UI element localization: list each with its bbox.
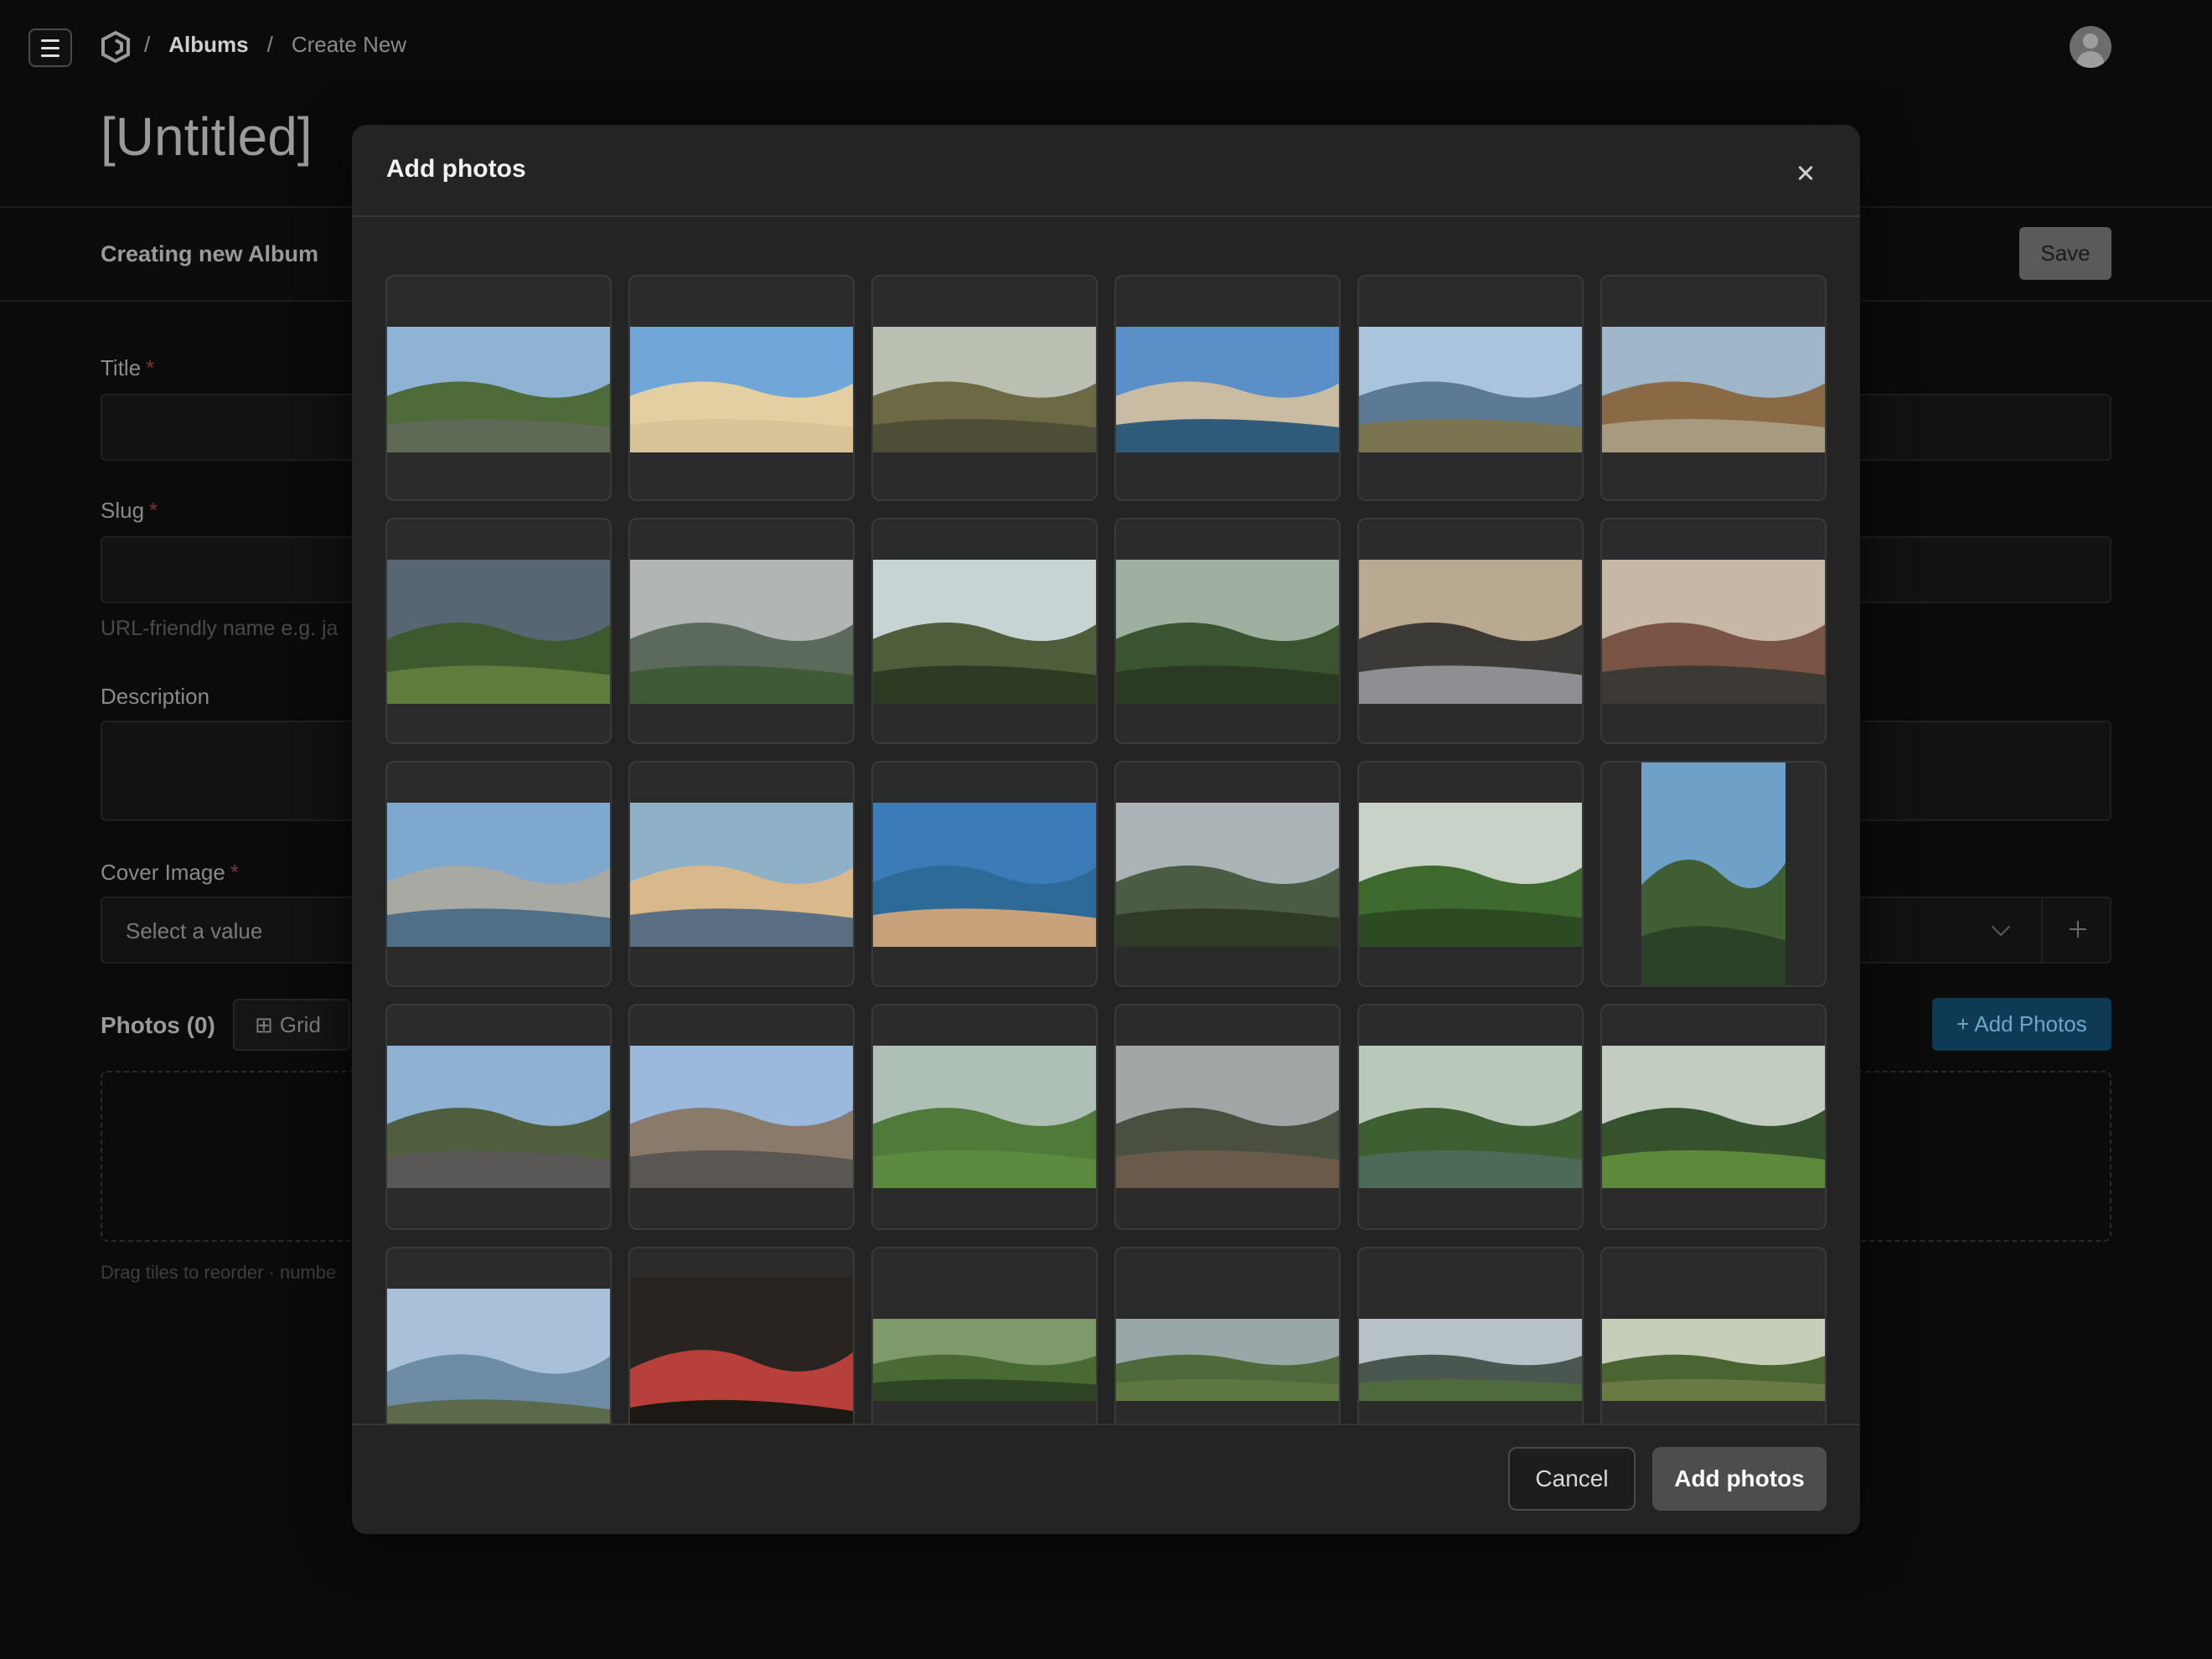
photo-thumbnail <box>630 803 853 947</box>
avatar[interactable] <box>2070 26 2111 68</box>
required-mark: * <box>146 355 155 380</box>
cover-image-placeholder: Select a value <box>126 918 263 943</box>
photo-thumbnail <box>1602 560 1825 704</box>
photo-tile[interactable] <box>1114 275 1341 501</box>
grid-label: Grid <box>279 1011 321 1037</box>
photo-tile[interactable] <box>1600 1004 1827 1230</box>
mode-label: Creating new Album <box>101 241 319 266</box>
modal-footer: Cancel Add photos <box>352 1424 1860 1534</box>
photo-thumbnail <box>1116 327 1339 452</box>
breadcrumb-separator: / <box>266 32 273 57</box>
photo-tile[interactable] <box>871 1004 1098 1230</box>
breadcrumb-current: Create New <box>291 32 407 57</box>
photo-thumbnail <box>873 1046 1096 1188</box>
photo-tile[interactable] <box>385 761 612 987</box>
photo-tile[interactable] <box>1600 761 1827 987</box>
photo-tile[interactable] <box>871 761 1098 987</box>
photo-thumbnail <box>1602 327 1825 452</box>
photo-tile[interactable] <box>1600 518 1827 744</box>
photo-tile[interactable] <box>385 518 612 744</box>
photo-thumbnail <box>387 803 610 947</box>
slug-label-text: Slug <box>101 498 145 523</box>
photo-tile[interactable] <box>1357 275 1584 501</box>
photo-thumbnail <box>387 1046 610 1188</box>
required-mark: * <box>230 860 239 885</box>
photo-thumbnail <box>387 327 610 452</box>
cover-image-label: Cover Image * <box>101 860 239 886</box>
photo-grid <box>352 219 1860 1534</box>
photo-thumbnail <box>630 560 853 704</box>
photo-thumbnail <box>873 803 1096 947</box>
photo-thumbnail <box>1116 803 1339 947</box>
photo-thumbnail <box>1116 560 1339 704</box>
cancel-button[interactable]: Cancel <box>1508 1447 1636 1511</box>
add-photos-confirm-button[interactable]: Add photos <box>1652 1447 1827 1511</box>
photo-thumbnail <box>1602 1046 1825 1188</box>
drag-hint: Drag tiles to reorder · numbe <box>101 1262 337 1283</box>
description-label: Description <box>101 684 210 709</box>
photo-tile[interactable] <box>871 275 1098 501</box>
photo-thumbnail <box>873 560 1096 704</box>
photo-thumbnail <box>1116 1319 1339 1401</box>
photo-tile[interactable] <box>1114 518 1341 744</box>
app-logo-icon[interactable] <box>99 30 132 64</box>
photo-thumbnail <box>1359 1319 1582 1401</box>
photo-thumbnail <box>1641 762 1786 985</box>
photo-tile[interactable] <box>1600 275 1827 501</box>
slug-label: Slug * <box>101 498 158 524</box>
photo-tile[interactable] <box>628 761 855 987</box>
breadcrumb-separator: / <box>144 32 151 57</box>
photo-tile[interactable] <box>871 518 1098 744</box>
photo-tile[interactable] <box>628 518 855 744</box>
title-label-text: Title <box>101 355 142 380</box>
photo-tile[interactable] <box>1357 1004 1584 1230</box>
photo-tile[interactable] <box>628 1004 855 1230</box>
photo-tile[interactable] <box>385 1004 612 1230</box>
photo-thumbnail <box>1359 803 1582 947</box>
photo-thumbnail <box>387 560 610 704</box>
photo-thumbnail <box>1359 327 1582 452</box>
cover-label-text: Cover Image <box>101 860 225 885</box>
add-photos-modal: Add photos Cancel Add photos <box>352 125 1860 1534</box>
save-button[interactable]: Save <box>2019 227 2111 280</box>
photo-tile[interactable] <box>1357 518 1584 744</box>
photo-thumbnail <box>873 327 1096 452</box>
photo-thumbnail <box>1359 560 1582 704</box>
photo-thumbnail <box>1116 1046 1339 1188</box>
breadcrumb-albums[interactable]: Albums <box>168 32 248 58</box>
photo-thumbnail <box>1359 1046 1582 1188</box>
photo-tile[interactable] <box>1114 1004 1341 1230</box>
photo-tile[interactable] <box>385 275 612 501</box>
photo-thumbnail <box>1602 1319 1825 1401</box>
grid-view-toggle[interactable]: ⊞ Grid <box>233 999 350 1051</box>
photo-thumbnail <box>873 1319 1096 1401</box>
photo-thumbnail <box>630 1046 853 1188</box>
required-mark: * <box>149 498 158 523</box>
close-icon[interactable] <box>1793 160 1818 185</box>
photo-thumbnail <box>387 1289 610 1439</box>
photo-tile[interactable] <box>628 275 855 501</box>
add-photos-button[interactable]: + Add Photos <box>1932 998 2111 1051</box>
photos-count-label: Photos (0) <box>101 1012 215 1038</box>
menu-icon[interactable] <box>28 28 72 67</box>
slug-hint: URL-friendly name e.g. ja <box>101 617 339 640</box>
photo-tile[interactable] <box>1114 761 1341 987</box>
grid-icon: ⊞ <box>255 1011 273 1037</box>
page-title: [Untitled] <box>101 106 313 167</box>
plus-icon[interactable] <box>2041 897 2111 962</box>
modal-title: Add photos <box>386 155 526 183</box>
top-bar: / Albums / Create New <box>0 0 2212 94</box>
modal-header: Add photos <box>352 125 1860 217</box>
photo-thumbnail <box>630 1277 853 1445</box>
title-label: Title * <box>101 355 154 381</box>
photo-tile[interactable] <box>1357 761 1584 987</box>
photo-thumbnail <box>630 327 853 452</box>
breadcrumb: / Albums / Create New <box>144 32 406 58</box>
